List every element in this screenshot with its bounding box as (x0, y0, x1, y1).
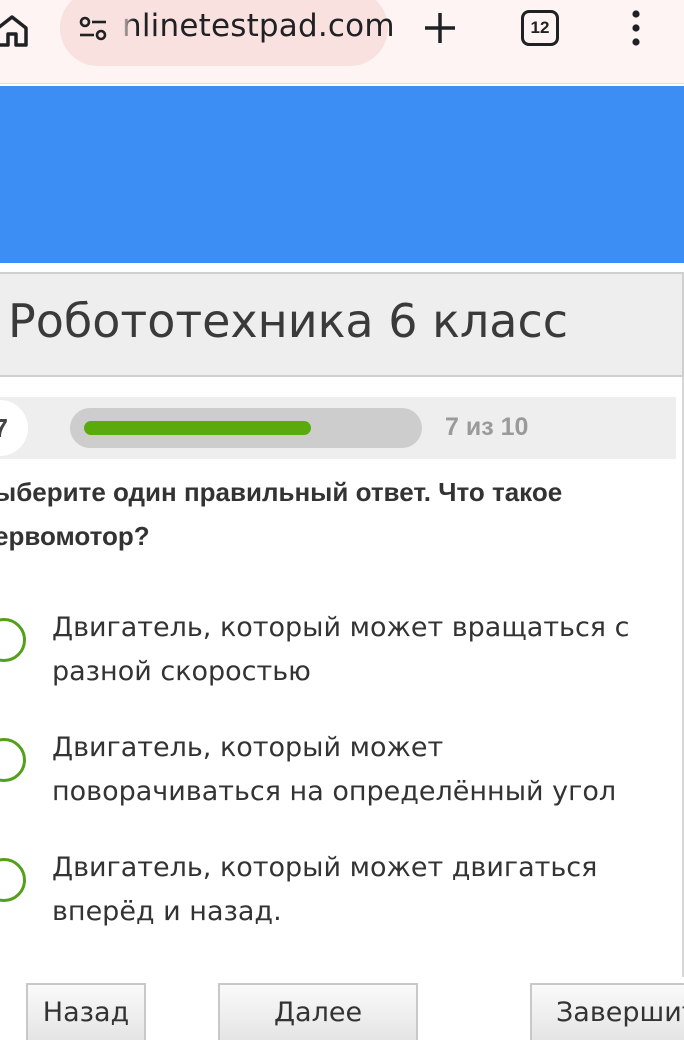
test-title-panel: Робототехника 6 класс (0, 272, 684, 377)
radio-button[interactable] (0, 858, 26, 902)
next-button[interactable]: Далее (218, 983, 418, 1040)
progress-bar (70, 408, 422, 448)
tune-icon[interactable] (78, 14, 108, 44)
progress-label: 7 из 10 (445, 413, 529, 441)
answer-option-label[interactable]: Двигатель, который может двигаться вперё… (52, 846, 672, 934)
browser-toolbar: nlinetestpad.com 12 (0, 0, 684, 84)
finish-button[interactable]: Завершит (530, 983, 684, 1040)
answer-option-label[interactable]: Двигатель, который может поворачиваться … (52, 726, 672, 814)
radio-button[interactable] (0, 738, 26, 782)
progress-bar-fill (84, 421, 311, 435)
answer-option[interactable]: Двигатель, который может двигаться вперё… (0, 846, 684, 946)
page-title: Робототехника 6 класс (8, 294, 569, 348)
progress-row: 7 7 из 10 (0, 397, 676, 459)
back-button[interactable]: Назад (26, 983, 146, 1040)
answer-option[interactable]: Двигатель, который может вращаться с раз… (0, 606, 684, 706)
url-text[interactable]: nlinetestpad.com (122, 8, 395, 44)
question-number-badge: 7 (0, 400, 28, 456)
tab-switcher-button[interactable]: 12 (521, 10, 559, 46)
answer-option-label[interactable]: Двигатель, который может вращаться с раз… (52, 606, 672, 694)
more-vert-icon[interactable] (624, 8, 648, 48)
url-fade (120, 6, 134, 46)
plus-icon[interactable] (420, 8, 460, 48)
answer-option[interactable]: Двигатель, который может поворачиваться … (0, 726, 684, 826)
radio-button[interactable] (0, 618, 26, 662)
question-text: ыберите один правильный ответ. Что такое… (0, 477, 563, 551)
home-icon[interactable] (0, 12, 30, 48)
site-header-banner (0, 86, 684, 263)
